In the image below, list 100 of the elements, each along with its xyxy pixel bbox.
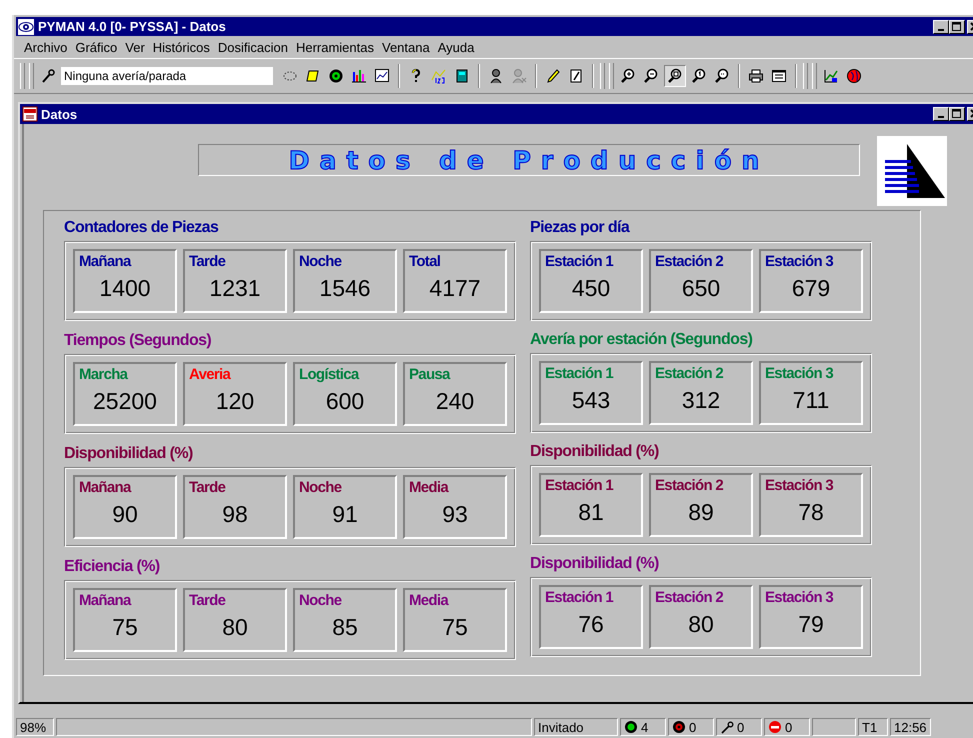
tile-value: 650	[682, 275, 720, 301]
tile-label: Estación 1	[545, 477, 614, 495]
tile-label: Media	[409, 592, 448, 610]
tile-label: Marcha	[79, 366, 128, 384]
tile-value: 75	[442, 614, 468, 640]
group-title: Disponibilidad (%)	[64, 444, 193, 464]
status-text: 12:56	[894, 720, 927, 734]
tile-value: 711	[792, 387, 830, 413]
tile-value: 120	[216, 388, 254, 414]
status-text: Invitado	[538, 720, 584, 734]
tile-label: Averia	[189, 366, 230, 384]
status-count: 0	[689, 720, 696, 734]
group-title: Piezas por día	[530, 218, 630, 238]
tile-value: 90	[112, 501, 138, 527]
tile-label: Mañana	[79, 592, 131, 610]
tile-label: Estación 2	[655, 365, 724, 383]
maximize-icon	[952, 109, 962, 119]
tile-label: Estación 3	[765, 589, 834, 607]
tile-label: Media	[409, 479, 448, 497]
status-text: T1	[862, 720, 878, 734]
minimize-button[interactable]	[933, 107, 949, 121]
indicator-light-icon	[624, 720, 638, 734]
tile-label: Logística	[299, 366, 359, 384]
status-count: 0	[785, 720, 792, 734]
tile-label: Tarde	[189, 253, 226, 271]
maximize-button[interactable]	[949, 107, 965, 121]
tile-value: 543	[572, 387, 610, 413]
tile-value: 679	[792, 275, 830, 301]
minimize-button[interactable]	[933, 20, 949, 34]
tile-value: 85	[332, 614, 358, 640]
tile-label: Estación 1	[545, 253, 614, 271]
tile-value: 76	[578, 611, 604, 637]
tile-value: 80	[688, 611, 714, 637]
tile-value: 25200	[93, 388, 157, 414]
status-text: 98%	[20, 720, 46, 734]
tile-label: Estación 1	[545, 365, 614, 383]
menu-item[interactable]: Gráfico	[71, 40, 122, 54]
menu-item[interactable]: Ayuda	[434, 40, 478, 54]
tile-value: 93	[442, 501, 468, 527]
banner-title: Datos de Producción	[288, 146, 770, 174]
tile-label: Noche	[299, 253, 342, 271]
tile-label: Noche	[299, 592, 342, 610]
tile-label: Pausa	[409, 366, 450, 384]
tile-value: 91	[332, 501, 358, 527]
maximize-button[interactable]	[949, 20, 965, 34]
group-title: Tiempos (Segundos)	[64, 331, 212, 351]
minimize-icon	[938, 28, 944, 30]
menu-item[interactable]: Archivo	[20, 40, 72, 54]
maximize-icon	[952, 22, 962, 32]
tile-label: Estación 2	[655, 589, 724, 607]
tile-label: Tarde	[189, 592, 226, 610]
tile-label: Estación 3	[765, 365, 834, 383]
menu-item[interactable]: Históricos	[148, 40, 214, 54]
tile-label: Estación 2	[655, 253, 724, 271]
tile-value: 79	[798, 611, 824, 637]
tile-value: 4177	[429, 275, 481, 301]
tile-value: 78	[798, 499, 824, 525]
tile-value: 81	[578, 499, 604, 525]
tile-value: 240	[436, 388, 474, 414]
stop-icon	[768, 720, 782, 734]
tile-value: 312	[682, 387, 720, 413]
menu-item[interactable]: Dosificacion	[214, 40, 292, 54]
tile-label: Estación 3	[765, 253, 834, 271]
tile-value: 80	[222, 614, 248, 640]
menu-item[interactable]: Ventana	[378, 40, 434, 54]
group-title: Eficiencia (%)	[64, 557, 160, 577]
minimize-icon	[938, 116, 944, 118]
tile-value: 1231	[209, 275, 261, 301]
group-title: Contadores de Piezas	[64, 218, 218, 238]
tile-label: Estación 3	[765, 477, 834, 495]
status-field[interactable]: Ninguna avería/parada	[61, 67, 273, 85]
tile-label: Total	[409, 253, 440, 271]
globe-icon[interactable]	[844, 66, 864, 86]
tile-label: Mañana	[79, 253, 131, 271]
menu-item[interactable]: Herramientas	[292, 40, 378, 54]
tile-label: Noche	[299, 479, 342, 497]
wrench-icon	[720, 720, 734, 734]
document-icon	[22, 106, 38, 122]
group-title: Disponibilidad (%)	[530, 442, 659, 462]
tile-value: 1546	[319, 275, 371, 301]
tile-value: 75	[112, 614, 138, 640]
status-count: 4	[641, 720, 648, 734]
tile-label: Mañana	[79, 479, 131, 497]
tile-value: 600	[326, 388, 364, 414]
tile-label: Estación 2	[655, 477, 724, 495]
tile-value: 89	[688, 499, 714, 525]
tile-label: Tarde	[189, 479, 226, 497]
status-count: 0	[737, 720, 744, 734]
tile-label: Estación 1	[545, 589, 614, 607]
window-title: PYMAN 4.0 [0- PYSSA] - Datos	[38, 19, 226, 34]
target-light-icon	[672, 720, 686, 734]
logo-icon	[877, 136, 947, 206]
menu-item[interactable]: Ver	[121, 40, 149, 54]
tile-value: 98	[222, 501, 248, 527]
zoom-icon[interactable]	[664, 65, 686, 87]
tile-value: 1400	[99, 275, 151, 301]
child-window-title: Datos	[41, 106, 78, 122]
group-title: Disponibilidad (%)	[530, 554, 659, 574]
tile-value: 450	[572, 275, 610, 301]
group-title: Avería por estación (Segundos)	[530, 330, 752, 350]
